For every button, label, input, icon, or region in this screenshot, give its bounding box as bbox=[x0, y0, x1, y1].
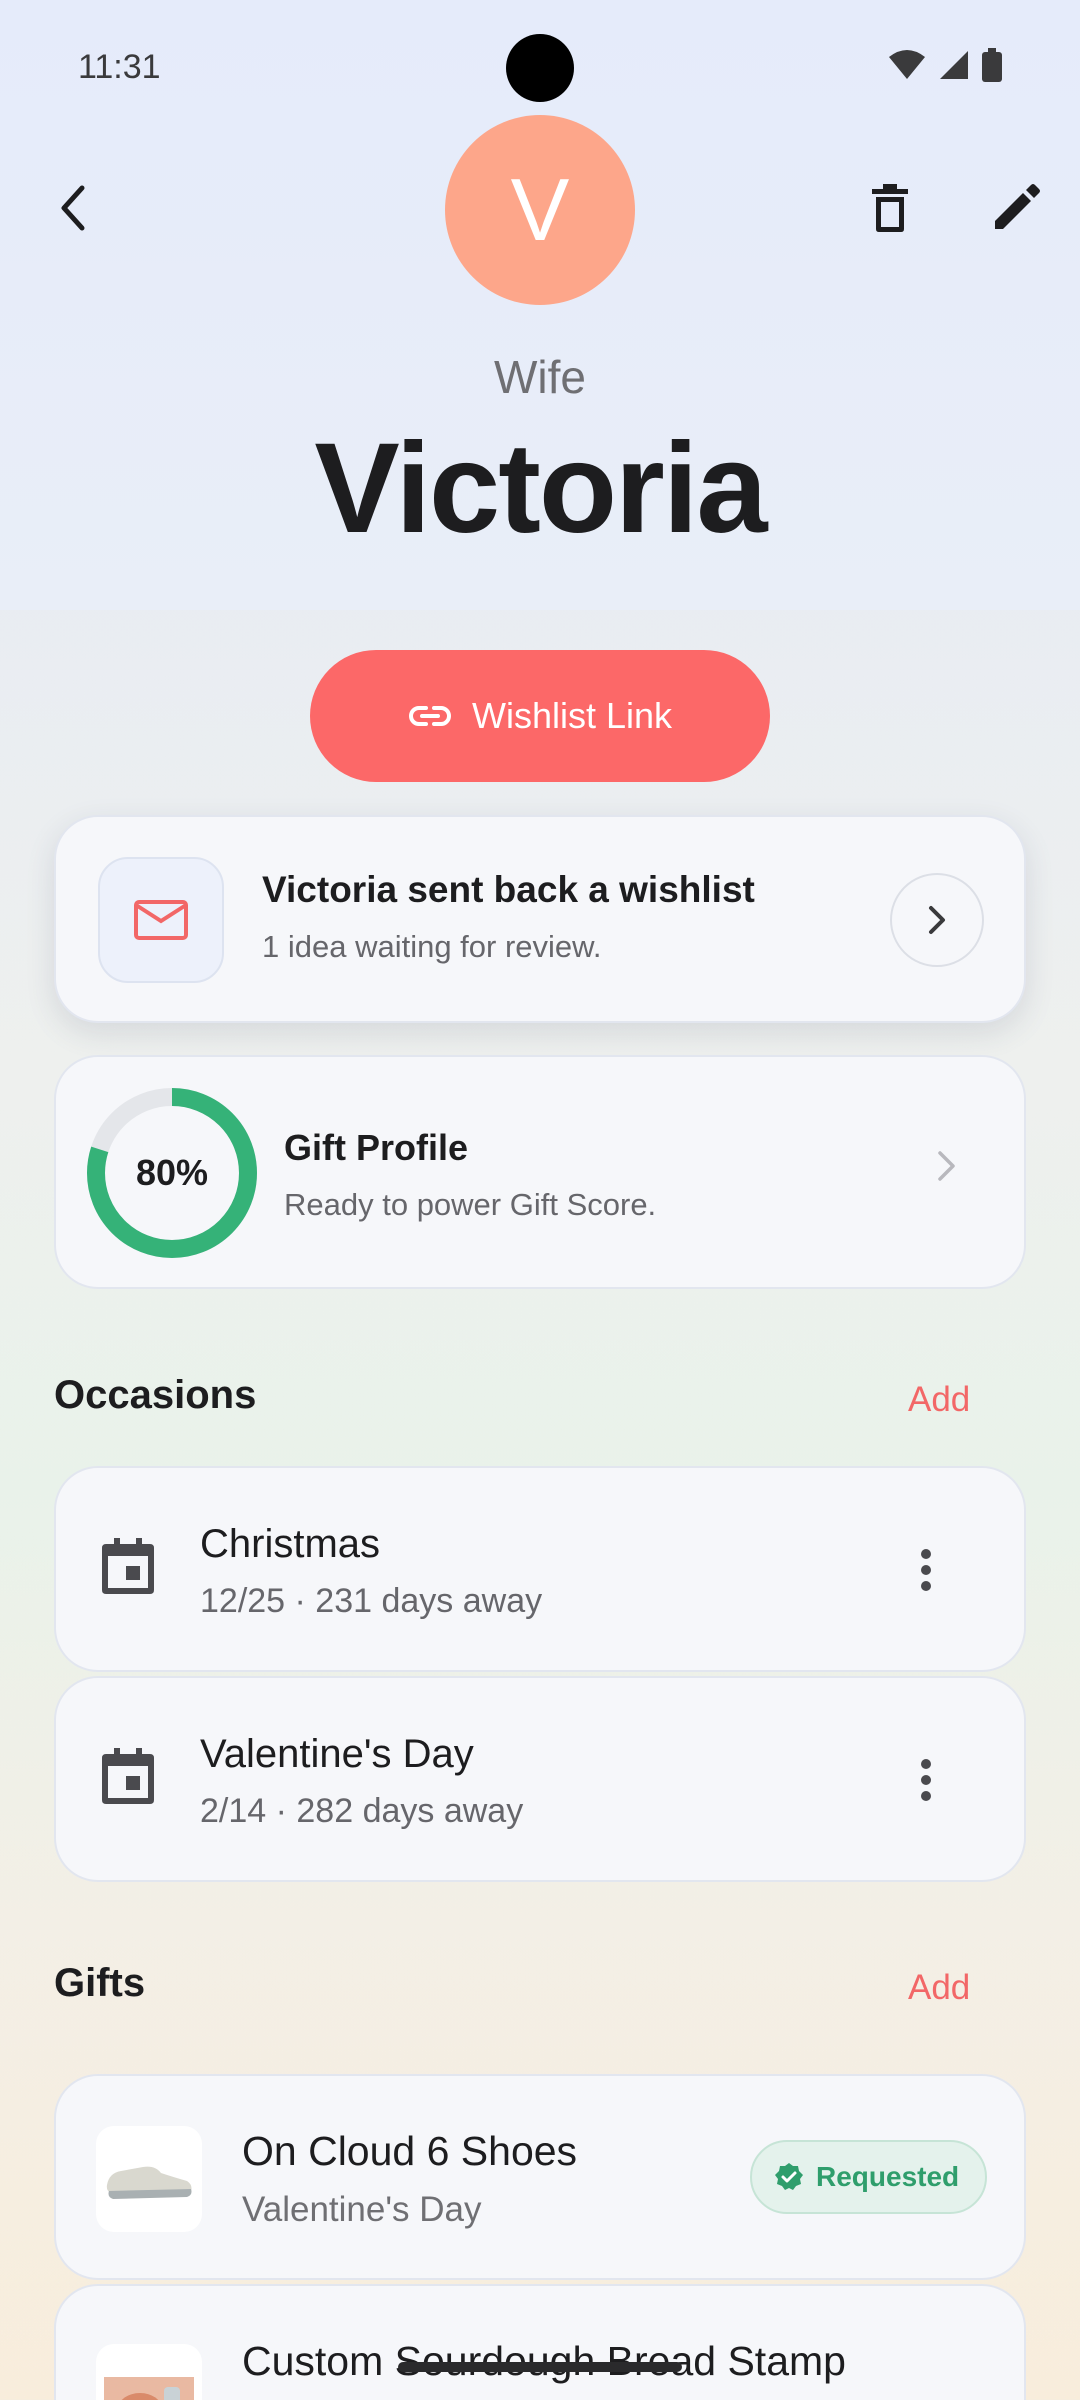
more-vertical-icon bbox=[921, 1549, 931, 1591]
status-badge-label: Requested bbox=[816, 2161, 960, 2192]
chevron-right-icon bbox=[938, 1151, 955, 1181]
wifi-icon bbox=[889, 50, 925, 79]
more-options-button[interactable] bbox=[896, 1540, 956, 1600]
add-gift-button[interactable]: Add bbox=[908, 1968, 970, 2008]
link-icon bbox=[409, 706, 451, 726]
occasion-subtitle: 2/14 · 282 days away bbox=[200, 1792, 524, 1830]
gift-title: On Cloud 6 Shoes bbox=[242, 2128, 578, 2174]
home-indicator bbox=[398, 2362, 682, 2372]
contact-name: Victoria bbox=[314, 417, 767, 560]
status-icons bbox=[888, 48, 1002, 82]
avatar-initial: V bbox=[510, 160, 570, 259]
occasion-subtitle: 12/25 · 231 days away bbox=[200, 1582, 543, 1620]
trash-icon bbox=[872, 184, 908, 232]
gift-item[interactable]: On Cloud 6 Shoes Valentine's Day Request… bbox=[54, 2074, 1026, 2280]
add-occasion-button[interactable]: Add bbox=[908, 1380, 970, 1420]
pencil-icon bbox=[995, 184, 1040, 229]
bread-stamp-image bbox=[104, 2377, 194, 2400]
mail-icon bbox=[134, 900, 188, 940]
wishlist-open-button[interactable] bbox=[890, 873, 984, 967]
occasion-item[interactable]: Valentine's Day 2/14 · 282 days away bbox=[54, 1676, 1026, 1882]
wishlist-link-label: Wishlist Link bbox=[471, 695, 673, 736]
shoe-image bbox=[106, 2166, 192, 2199]
avatar: V bbox=[445, 115, 635, 305]
battery-icon bbox=[982, 48, 1002, 82]
wishlist-link-button[interactable]: Wishlist Link bbox=[310, 650, 770, 782]
wishlist-card-title: Victoria sent back a wishlist bbox=[262, 869, 755, 910]
back-button[interactable] bbox=[34, 168, 114, 248]
gift-profile-title: Gift Profile bbox=[284, 1127, 469, 1168]
gift-profile-subtitle: Ready to power Gift Score. bbox=[284, 1187, 657, 1222]
occasions-section-title: Occasions bbox=[54, 1373, 257, 1417]
edit-button[interactable] bbox=[976, 168, 1056, 248]
progress-percent: 80% bbox=[135, 1152, 209, 1193]
calendar-icon bbox=[102, 1748, 154, 1804]
chevron-right-icon bbox=[929, 906, 945, 934]
more-options-button[interactable] bbox=[896, 1750, 956, 1810]
gift-occasion: Valentine's Day bbox=[242, 2190, 482, 2229]
status-time: 11:31 bbox=[78, 48, 161, 86]
wishlist-icon-box bbox=[98, 857, 224, 983]
verified-check-icon bbox=[775, 2163, 803, 2190]
occasion-item[interactable]: Christmas 12/25 · 231 days away bbox=[54, 1466, 1026, 1672]
gift-thumbnail bbox=[96, 2126, 202, 2232]
wishlist-notification-card[interactable]: Victoria sent back a wishlist 1 idea wai… bbox=[54, 815, 1026, 1023]
status-badge: Requested bbox=[750, 2140, 988, 2214]
occasion-title: Christmas bbox=[200, 1522, 381, 1566]
gift-item[interactable]: Custom Sourdough Bread Stamp bbox=[54, 2284, 1026, 2400]
delete-button[interactable] bbox=[850, 168, 930, 248]
calendar-icon bbox=[102, 1538, 154, 1594]
cellular-icon bbox=[940, 51, 968, 79]
gift-profile-card[interactable]: 80% Gift Profile Ready to power Gift Sco… bbox=[54, 1055, 1026, 1289]
gift-thumbnail bbox=[96, 2344, 202, 2400]
more-vertical-icon bbox=[921, 1759, 931, 1801]
wishlist-card-subtitle: 1 idea waiting for review. bbox=[262, 929, 602, 964]
camera-cutout bbox=[506, 34, 574, 102]
occasion-title: Valentine's Day bbox=[200, 1732, 474, 1776]
status-bar: 11:31 bbox=[0, 0, 1080, 130]
back-arrow-icon bbox=[61, 185, 85, 231]
relation-label: Wife bbox=[494, 351, 586, 403]
gifts-section-title: Gifts bbox=[54, 1961, 146, 2005]
